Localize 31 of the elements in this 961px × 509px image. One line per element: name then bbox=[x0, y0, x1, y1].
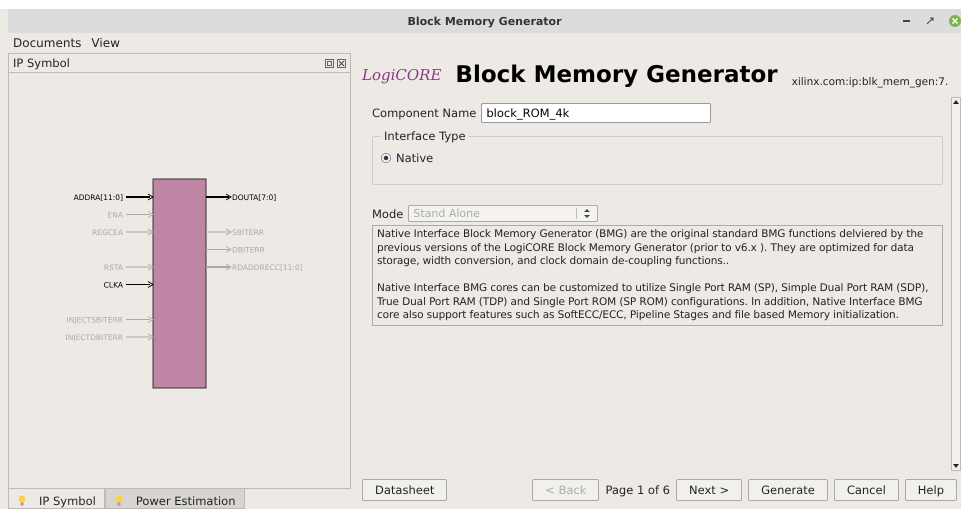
float-icon[interactable] bbox=[325, 58, 334, 68]
wizard-button[interactable]: Help bbox=[904, 479, 957, 501]
description-text: Native Interface Block Memory Generator (BMG) are the original standard BMG functions delviered by the previous versions of the LogiCORE Block Memory Generator (prior to v6.x ). They are optimized for data storage, width conversion, and clock domain de-coupling functions.. bbox=[377, 228, 924, 268]
minimize-icon[interactable] bbox=[903, 19, 911, 23]
restore-icon[interactable] bbox=[925, 16, 935, 26]
lightbulb-icon bbox=[114, 495, 124, 506]
field-label: Component Name bbox=[372, 106, 476, 120]
lightbulb-icon bbox=[17, 495, 27, 506]
panel-tab[interactable]: Power Estimation bbox=[104, 489, 244, 509]
group-title: Interface Type bbox=[383, 129, 467, 143]
field-label: Mode bbox=[372, 206, 404, 220]
page-title: Block Memory Generator bbox=[455, 62, 778, 88]
datasheet-button[interactable]: Datasheet bbox=[362, 479, 448, 501]
radio-option[interactable]: Native bbox=[381, 151, 934, 165]
ip-identifier: xilinx.com:ip:blk_mem_gen:7. bbox=[792, 76, 948, 88]
scroll-up-icon[interactable] bbox=[952, 98, 960, 106]
logo: LogiCORE bbox=[362, 66, 442, 84]
panel-title: IP Symbol bbox=[13, 56, 71, 70]
component-name-field[interactable]: block_ROM_4k bbox=[481, 103, 712, 123]
description-text: Native Interface BMG cores can be customized to utilize Single Port RAM (SP), Simple Dual Port RAM (SDP), True Dual Port RAM (TDP) and Single Port ROM (SP ROM) configurations. In addition, Native Interface BMG core also support features such as SoftECC/ECC, Pipeline Stages and file based Memory initialization. bbox=[377, 282, 930, 322]
close-icon[interactable] bbox=[337, 58, 346, 68]
page-indicator: Page 1 of 6 bbox=[605, 483, 670, 497]
window-title: Block Memory Generator bbox=[407, 14, 562, 28]
menu-item[interactable]: View bbox=[91, 36, 120, 50]
wizard-button[interactable]: Generate bbox=[748, 479, 828, 501]
wizard-button[interactable]: Next > bbox=[676, 479, 742, 501]
scroll-down-icon[interactable] bbox=[952, 462, 960, 470]
wizard-button[interactable]: Cancel bbox=[834, 479, 899, 501]
menu-item[interactable]: Documents bbox=[13, 36, 82, 50]
scrollbar[interactable] bbox=[951, 97, 961, 471]
panel-tab[interactable]: IP Symbol bbox=[8, 489, 105, 509]
